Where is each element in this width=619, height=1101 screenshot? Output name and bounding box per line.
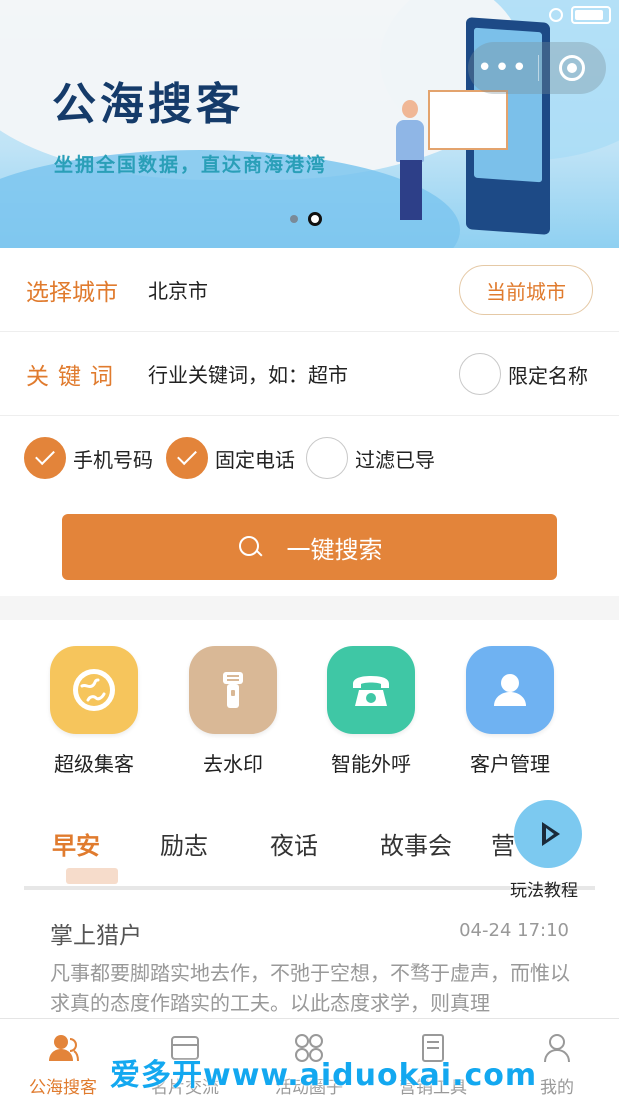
search-button-label: 一键搜索 bbox=[286, 535, 383, 564]
filter-row: 手机号码 固定电话 过滤已导 bbox=[0, 416, 619, 500]
feature-label: 智能外呼 bbox=[331, 752, 411, 776]
article-title: 掌上猎户 bbox=[50, 923, 142, 949]
banner-subtitle: 坐拥全国数据，直达商海港湾 bbox=[54, 154, 328, 176]
search-icon bbox=[237, 534, 263, 560]
article-time: 04-24 17:10 bbox=[459, 920, 569, 941]
feature-remove-watermark[interactable]: 去水印 bbox=[173, 646, 293, 777]
customers-icon bbox=[49, 1035, 79, 1062]
search-button[interactable]: 一键搜索 bbox=[62, 514, 557, 580]
landline-label: 固定电话 bbox=[215, 448, 295, 472]
signal-icon bbox=[549, 8, 563, 22]
flashlight-icon bbox=[189, 646, 277, 734]
miniprogram-capsule: ••• bbox=[468, 42, 606, 94]
site-watermark: 爱多开www.aiduokai.com bbox=[110, 1058, 538, 1093]
feature-super-collect[interactable]: 超级集客 bbox=[34, 646, 154, 777]
person-illustration bbox=[400, 160, 422, 220]
carousel-dot[interactable] bbox=[290, 215, 298, 223]
feature-customer-management[interactable]: 客户管理 bbox=[450, 646, 570, 777]
feature-smart-call[interactable]: 智能外呼 bbox=[311, 646, 431, 777]
landline-checkbox[interactable] bbox=[166, 437, 208, 479]
status-bar bbox=[549, 6, 611, 24]
tab-night-talk[interactable]: 夜话 bbox=[270, 826, 318, 861]
tab-story[interactable]: 故事会 bbox=[380, 826, 452, 861]
person-illustration bbox=[402, 100, 418, 118]
document-illustration bbox=[428, 90, 508, 150]
city-selector[interactable]: 北京市 bbox=[148, 275, 208, 304]
feature-label: 超级集客 bbox=[54, 752, 134, 776]
active-tab-indicator bbox=[66, 868, 118, 884]
play-icon bbox=[542, 822, 560, 846]
more-menu-icon[interactable]: ••• bbox=[468, 55, 538, 81]
banner-title: 公海搜客 bbox=[52, 79, 244, 130]
tab-marketing[interactable]: 营 bbox=[491, 826, 515, 861]
keyword-label: 关键词 bbox=[26, 363, 122, 390]
promo-banner[interactable]: 公海搜客 坐拥全国数据，直达商海港湾 ••• bbox=[0, 0, 619, 248]
nav-label: 公海搜客 bbox=[29, 1078, 97, 1098]
tutorial-button[interactable] bbox=[514, 800, 582, 868]
feature-label: 客户管理 bbox=[470, 752, 550, 776]
city-row: 选择城市 北京市 当前城市 bbox=[0, 248, 619, 332]
carousel-dot-active[interactable] bbox=[308, 212, 322, 226]
filter-exported-label: 过滤已导 bbox=[355, 448, 435, 472]
article-body: 凡事都要脚踏实地去作，不弛于空想，不骛于虚声，而惟以求真的态度作踏实的工夫。以此… bbox=[50, 961, 570, 1015]
app-page: 公海搜客 坐拥全国数据，直达商海港湾 ••• 选择城市 北京市 当前城市 关键词 bbox=[0, 0, 619, 1101]
mobile-label: 手机号码 bbox=[73, 448, 153, 472]
current-city-button[interactable]: 当前城市 bbox=[459, 265, 593, 315]
user-icon bbox=[466, 646, 554, 734]
record-icon bbox=[559, 55, 585, 81]
telephone-icon bbox=[327, 646, 415, 734]
keyword-input[interactable]: 行业关键词，如：超市 bbox=[148, 359, 348, 388]
limit-name-label: 限定名称 bbox=[508, 364, 588, 388]
limit-name-checkbox[interactable] bbox=[459, 353, 501, 395]
tab-morning[interactable]: 早安 bbox=[52, 826, 100, 861]
tab-inspiration[interactable]: 励志 bbox=[160, 826, 208, 861]
tutorial-label[interactable]: 玩法教程 bbox=[510, 876, 578, 901]
feature-label: 去水印 bbox=[203, 752, 263, 776]
keyword-row: 关键词 行业关键词，如：超市 限定名称 bbox=[0, 332, 619, 416]
close-miniprogram-button[interactable] bbox=[539, 55, 605, 81]
filter-exported-checkbox[interactable] bbox=[306, 437, 348, 479]
nav-public-search[interactable]: 公海搜客 bbox=[8, 1031, 118, 1098]
battery-icon bbox=[571, 6, 611, 24]
search-form: 选择城市 北京市 当前城市 关键词 行业关键词，如：超市 限定名称 手机号码 固… bbox=[0, 248, 619, 596]
carousel-indicator bbox=[290, 212, 322, 226]
person-illustration bbox=[396, 120, 424, 162]
globe-icon bbox=[50, 646, 138, 734]
city-label: 选择城市 bbox=[26, 279, 118, 306]
mobile-checkbox[interactable] bbox=[24, 437, 66, 479]
profile-icon bbox=[544, 1034, 570, 1063]
